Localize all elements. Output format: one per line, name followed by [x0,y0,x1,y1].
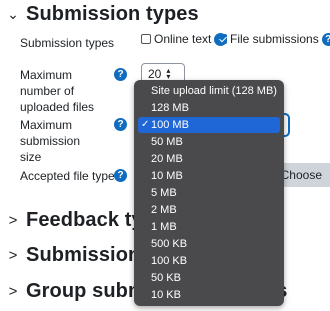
dropdown-option[interactable]: 5 MB [138,185,280,201]
chevron-right-icon: > [8,282,18,300]
dropdown-option-selected[interactable]: ✓ 100 MB [138,117,280,133]
online-text-checkbox[interactable] [141,34,151,44]
dropdown-option-label: 100 MB [151,119,189,131]
online-text-option[interactable]: Online text ? [141,32,228,46]
max-files-value: 20 [148,67,162,81]
checkmark-icon: ✓ [141,119,150,130]
dropdown-option[interactable]: 20 MB [138,151,280,167]
dropdown-option[interactable]: 500 KB [138,236,280,252]
updown-icon: ▴ ▾ [166,66,171,81]
section-header-submission-types[interactable]: ⌄ Submission types [0,0,199,28]
file-submissions-checkbox[interactable] [217,34,227,44]
max-size-dropdown[interactable]: Site upload limit (128 MB) 128 MB ✓ 100 … [134,80,284,306]
accepted-types-label: Accepted file types [20,169,121,183]
help-icon[interactable]: ? [321,32,330,46]
max-size-label: Maximum submission size [20,118,81,164]
file-submissions-label: File submissions [230,32,319,46]
dropdown-option[interactable]: Site upload limit (128 MB) [138,83,280,99]
dropdown-option[interactable]: 128 MB [138,100,280,116]
chevron-right-icon: > [8,246,18,264]
dropdown-option[interactable]: 50 MB [138,134,280,150]
help-icon[interactable]: ? [114,68,127,81]
file-submissions-option[interactable]: File submissions ? [217,32,330,46]
section-title: Submission types [26,2,199,25]
chevron-down-icon: ⌄ [7,5,19,22]
dropdown-option[interactable]: 10 MB [138,168,280,184]
max-files-label: Maximum number of uploaded files [20,68,95,114]
dropdown-option[interactable]: 1 MB [138,219,280,235]
dropdown-option[interactable]: 50 KB [138,270,280,286]
submission-types-label: Submission types [20,36,115,50]
dropdown-option[interactable]: 100 KB [138,253,280,269]
help-icon[interactable]: ? [114,169,127,182]
online-text-label: Online text [154,32,212,46]
help-icon[interactable]: ? [114,118,127,131]
dropdown-option[interactable]: 2 MB [138,202,280,218]
chevron-right-icon: > [8,211,18,229]
dropdown-option[interactable]: 10 KB [138,287,280,303]
